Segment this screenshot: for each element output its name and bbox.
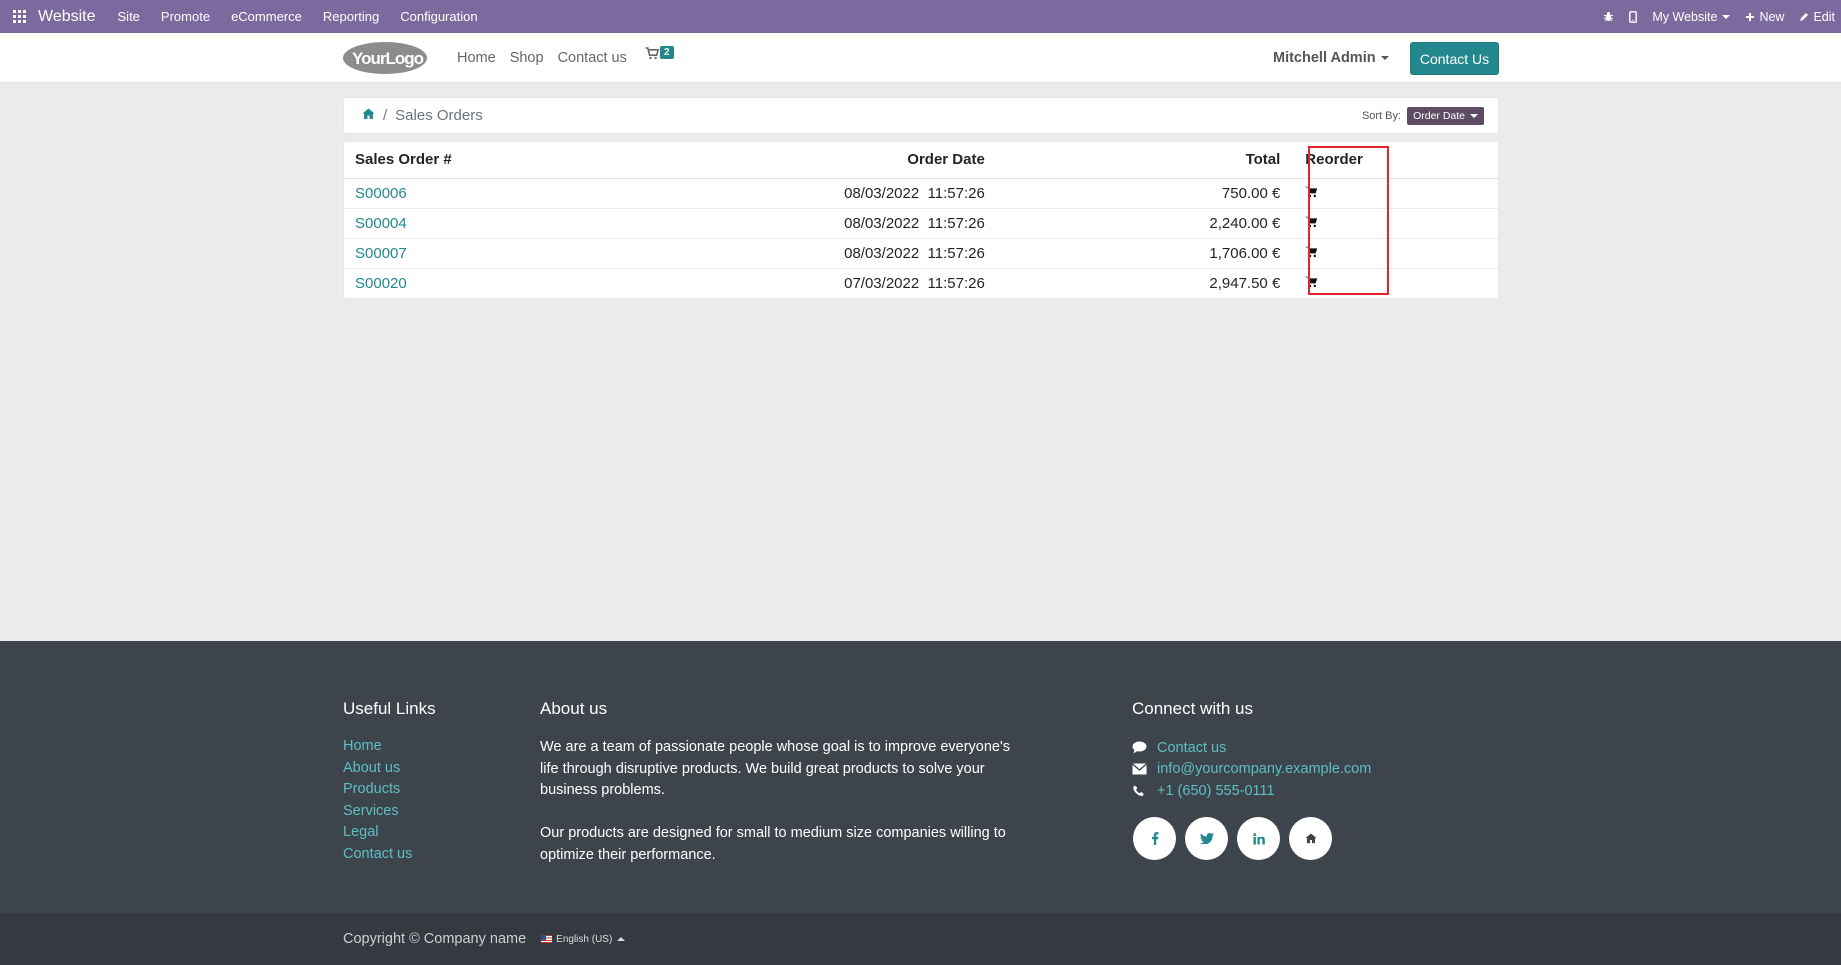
svg-text:YourLogo: YourLogo <box>352 49 424 68</box>
footer-link-products[interactable]: Products <box>343 781 400 797</box>
copyright-text: Copyright © Company name <box>343 931 527 947</box>
pencil-icon <box>1800 12 1809 21</box>
language-selector[interactable]: English (US) <box>541 934 626 945</box>
website-selector[interactable]: My Website <box>1652 10 1731 24</box>
us-flag-icon <box>541 935 553 943</box>
home-icon[interactable] <box>1289 817 1332 860</box>
site-header: YourLogo Home Shop Contact us 2 Mitchell… <box>0 33 1841 83</box>
footer-link-services[interactable]: Services <box>343 803 399 819</box>
cart-count-badge: 2 <box>660 46 674 59</box>
twitter-icon[interactable] <box>1185 817 1228 860</box>
footer-link-home[interactable]: Home <box>343 738 382 754</box>
contact-us-button[interactable]: Contact Us <box>1410 42 1499 75</box>
envelope-icon <box>1132 763 1147 775</box>
admin-brand[interactable]: Website <box>38 8 96 26</box>
connect-list: Contact us info@yourcompany.example.com … <box>1132 737 1371 802</box>
order-total: 1,706.00 € <box>1002 238 1295 269</box>
nav-contact-us[interactable]: Contact us <box>558 50 627 66</box>
order-date: 08/03/2022 11:57:26 <box>803 238 1003 269</box>
admin-menu-configuration[interactable]: Configuration <box>400 9 477 24</box>
order-link[interactable]: S00020 <box>355 275 407 292</box>
chevron-up-icon <box>617 937 626 941</box>
reorder-cart-icon[interactable] <box>1305 275 1318 292</box>
column-header-order-date: Order Date <box>803 142 1003 179</box>
about-us-title: About us <box>540 699 608 718</box>
admin-menu-site[interactable]: Site <box>118 9 140 24</box>
column-header-total: Total <box>1002 142 1295 179</box>
edit-button[interactable]: Edit <box>1799 10 1835 24</box>
main-nav: Home Shop Contact us <box>457 33 641 83</box>
reorder-cart-icon[interactable] <box>1305 245 1318 262</box>
site-footer: Useful Links Home About us Products Serv… <box>0 641 1841 913</box>
order-link[interactable]: S00004 <box>355 215 407 232</box>
useful-links-title: Useful Links <box>343 699 436 718</box>
home-icon[interactable] <box>362 107 375 124</box>
breadcrumb: / Sales Orders Sort By: Order Date <box>343 97 1499 134</box>
phone-icon <box>1133 785 1144 796</box>
nav-home[interactable]: Home <box>457 50 496 66</box>
footer-link-legal[interactable]: Legal <box>343 824 378 840</box>
column-header-reorder: Reorder <box>1294 142 1498 179</box>
order-link[interactable]: S00007 <box>355 245 407 262</box>
table-row: S00007 08/03/2022 11:57:26 1,706.00 € <box>344 238 1498 269</box>
table-row: S00004 08/03/2022 11:57:26 2,240.00 € <box>344 208 1498 239</box>
connect-email-link[interactable]: info@yourcompany.example.com <box>1157 761 1371 777</box>
connect-title: Connect with us <box>1132 699 1253 718</box>
column-header-order-number: Sales Order # <box>344 142 804 179</box>
admin-bar: Website Site Promote eCommerce Reporting… <box>0 0 1841 33</box>
connect-contact-link[interactable]: Contact us <box>1157 740 1226 756</box>
admin-menu-reporting[interactable]: Reporting <box>323 9 379 24</box>
facebook-icon[interactable] <box>1133 817 1176 860</box>
table-row: S00006 08/03/2022 11:57:26 750.00 € <box>344 178 1498 209</box>
bug-icon[interactable] <box>1603 11 1614 22</box>
footer-link-about-us[interactable]: About us <box>343 760 400 776</box>
about-paragraph-1: We are a team of passionate people whose… <box>540 739 1010 798</box>
chevron-down-icon <box>1380 56 1389 60</box>
sort-dropdown[interactable]: Order Date <box>1407 107 1484 125</box>
plus-icon <box>1746 12 1755 21</box>
order-total: 2,240.00 € <box>1002 208 1295 239</box>
connect-phone-link[interactable]: +1 (650) 555-0111 <box>1157 783 1275 799</box>
order-total: 750.00 € <box>1002 178 1295 209</box>
sort-control: Sort By: Order Date <box>1362 107 1484 125</box>
sort-label: Sort By: <box>1361 110 1402 122</box>
reorder-cart-icon[interactable] <box>1305 185 1318 202</box>
about-paragraph-2: Our products are designed for small to m… <box>540 825 1006 863</box>
linkedin-icon[interactable] <box>1237 817 1280 860</box>
sales-orders-table: Sales Order # Order Date Total Reorder S… <box>343 141 1499 299</box>
mobile-preview-icon[interactable] <box>1629 10 1638 23</box>
copyright-bar: Copyright © Company name English (US) <box>0 913 1841 965</box>
order-date: 08/03/2022 11:57:26 <box>803 178 1003 209</box>
admin-menu-promote[interactable]: Promote <box>161 9 210 24</box>
useful-links-list: Home About us Products Services Legal Co… <box>343 737 412 866</box>
table-header-row: Sales Order # Order Date Total Reorder <box>344 142 1498 179</box>
social-links <box>1133 817 1341 860</box>
table-row: S00020 07/03/2022 11:57:26 2,947.50 € <box>344 268 1498 298</box>
breadcrumb-current: Sales Orders <box>395 107 483 124</box>
company-logo[interactable]: YourLogo <box>342 41 428 75</box>
breadcrumb-separator: / <box>383 107 388 124</box>
apps-menu-icon[interactable] <box>0 0 38 33</box>
nav-shop[interactable]: Shop <box>510 50 544 66</box>
new-button[interactable]: New <box>1745 10 1784 24</box>
user-menu[interactable]: Mitchell Admin <box>1273 33 1389 83</box>
order-date: 08/03/2022 11:57:26 <box>803 208 1003 239</box>
order-date: 07/03/2022 11:57:26 <box>844 274 985 292</box>
comment-icon <box>1132 741 1147 754</box>
admin-menu-ecommerce[interactable]: eCommerce <box>231 9 302 24</box>
order-total: 2,947.50 € <box>1209 274 1281 292</box>
footer-link-contact-us[interactable]: Contact us <box>343 846 412 862</box>
chevron-down-icon <box>1722 14 1731 19</box>
chevron-down-icon <box>1470 114 1478 118</box>
about-us-text: We are a team of passionate people whose… <box>540 737 1020 866</box>
order-link[interactable]: S00006 <box>355 185 407 202</box>
reorder-cart-icon[interactable] <box>1305 215 1318 232</box>
shopping-cart-icon <box>645 47 659 60</box>
cart-link[interactable]: 2 <box>645 46 674 60</box>
